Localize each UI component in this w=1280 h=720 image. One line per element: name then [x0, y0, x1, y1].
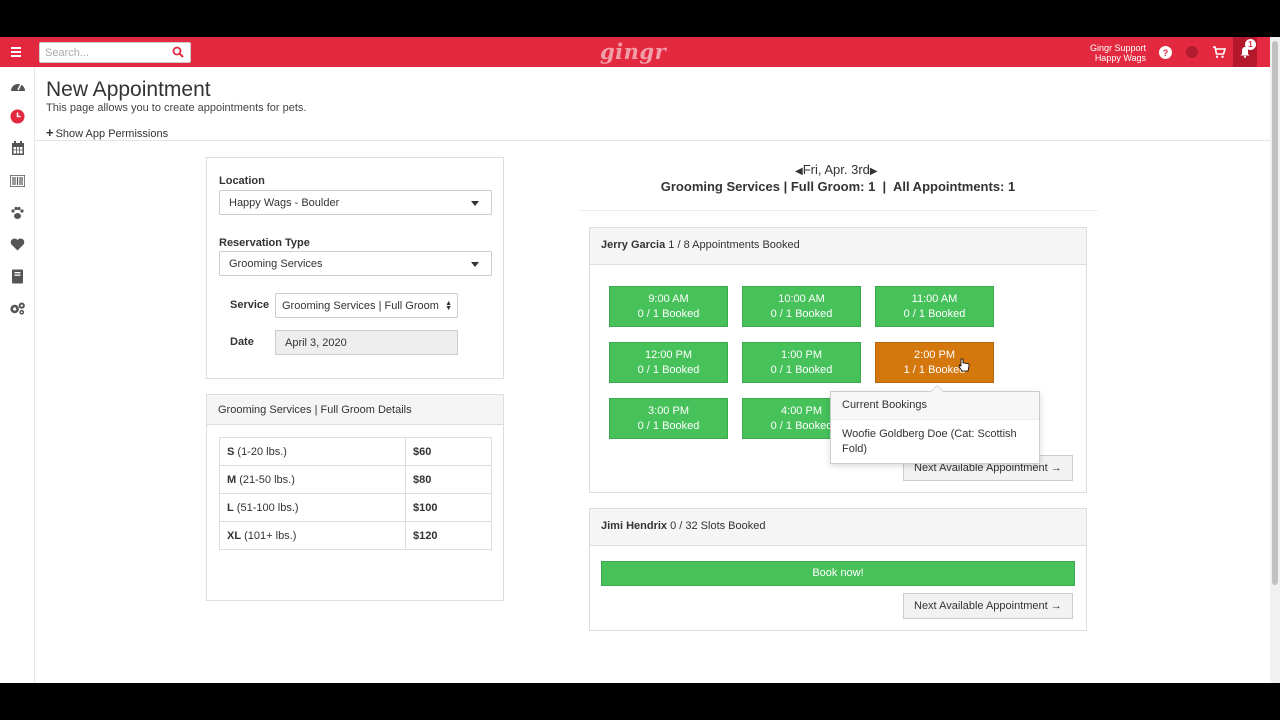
- service-select[interactable]: Grooming Services | Full Groom ▲ ▼: [275, 293, 458, 318]
- groomer-booked-count: 1 / 8 Appointments Booked: [668, 239, 800, 251]
- next-available-button[interactable]: Next Available Appointment →: [903, 593, 1073, 619]
- paw-icon[interactable]: [9, 204, 26, 221]
- groomer-header: Jimi Hendrix 0 / 32 Slots Booked: [590, 509, 1086, 546]
- user-menu[interactable]: Gingr Support Happy Wags: [1090, 43, 1146, 63]
- appointments-summary: Grooming Services | Full Groom: 1 | All …: [660, 179, 1016, 194]
- location-select[interactable]: Happy Wags - Boulder: [219, 190, 492, 215]
- page-subtitle: This page allows you to create appointme…: [46, 102, 307, 114]
- book-now-button[interactable]: Book now!: [601, 561, 1075, 586]
- table-row: L (51-100 lbs.) $100: [219, 493, 492, 522]
- gingr-logo[interactable]: gingr: [600, 39, 666, 64]
- service-details-panel: Grooming Services | Full Groom Details S…: [206, 394, 504, 601]
- previous-day-icon[interactable]: ◀: [795, 166, 803, 177]
- booking-entry[interactable]: Woofie Goldberg Doe (Cat: Scottish Fold): [831, 420, 1039, 464]
- groomer-name: Jerry Garcia: [601, 239, 666, 251]
- current-bookings-tooltip: Current Bookings Woofie Goldberg Doe (Ca…: [830, 385, 1040, 464]
- table-row: XL (101+ lbs.) $120: [219, 521, 492, 550]
- groomer-name: Jimi Hendrix: [601, 520, 668, 532]
- size-cell: L (51-100 lbs.): [219, 493, 406, 522]
- notification-badge: 1: [1245, 39, 1256, 50]
- user-name: Gingr Support: [1089, 43, 1146, 53]
- arrow-right-icon: →: [1050, 462, 1062, 474]
- app-window: gingr Gingr Support Happy Wags ? 1: [0, 37, 1280, 683]
- time-slot[interactable]: 11:00 AM 0 / 1 Booked: [875, 286, 994, 327]
- size-cell: S (1-20 lbs.): [219, 437, 406, 466]
- groomer-card-jimi-hendrix: Jimi Hendrix 0 / 32 Slots Booked Book no…: [589, 508, 1087, 631]
- size-cell: M (21-50 lbs.): [219, 465, 406, 494]
- service-label: Service: [230, 299, 270, 311]
- day-navigator: ◀Fri, Apr. 3rd▶: [795, 162, 878, 177]
- hand-cursor-icon: [958, 358, 970, 372]
- reservation-type-value: Grooming Services: [229, 258, 323, 270]
- time-slot[interactable]: 10:00 AM 0 / 1 Booked: [742, 286, 861, 327]
- tooltip-arrow: [930, 385, 944, 392]
- date-label: Date: [230, 336, 254, 348]
- chevron-down-icon: [471, 262, 479, 267]
- pricing-table: S (1-20 lbs.) $60 M (21-50 lbs.) $80 L (…: [219, 437, 492, 550]
- page-title: New Appointment: [46, 78, 211, 101]
- time-slot[interactable]: 1:00 PM 0 / 1 Booked: [742, 342, 861, 383]
- spinner-arrows-icon: ▲ ▼: [445, 300, 452, 312]
- chevron-down-icon: [471, 201, 479, 206]
- service-value: Grooming Services | Full Groom: [282, 300, 439, 312]
- tooltip-title: Current Bookings: [831, 392, 1039, 420]
- sidebar: [0, 67, 35, 683]
- time-slot[interactable]: 12:00 PM 0 / 1 Booked: [609, 342, 728, 383]
- search-input[interactable]: [40, 43, 165, 63]
- divider: [578, 210, 1098, 211]
- settings-icon[interactable]: [9, 300, 26, 317]
- user-location: Happy Wags: [1094, 53, 1146, 63]
- appointment-form-panel: Location Happy Wags - Boulder Reservatio…: [206, 157, 504, 379]
- groomer-header: Jerry Garcia 1 / 8 Appointments Booked: [590, 228, 1086, 265]
- heart-icon[interactable]: [9, 236, 26, 253]
- show-permissions-link[interactable]: + Show App Permissions: [46, 125, 168, 140]
- time-slot[interactable]: 9:00 AM 0 / 1 Booked: [609, 286, 728, 327]
- reservation-type-label: Reservation Type: [219, 237, 310, 249]
- clock-icon[interactable]: [9, 108, 26, 125]
- price-cell: $100: [405, 493, 492, 522]
- scrollbar-thumb[interactable]: [1272, 41, 1278, 585]
- time-slot[interactable]: 3:00 PM 0 / 1 Booked: [609, 398, 728, 439]
- plus-icon: +: [46, 125, 54, 140]
- page-scrollbar[interactable]: [1270, 37, 1280, 683]
- table-row: S (1-20 lbs.) $60: [219, 437, 492, 466]
- service-details-title: Grooming Services | Full Groom Details: [207, 395, 503, 425]
- price-cell: $120: [405, 521, 492, 550]
- divider: [35, 140, 1270, 141]
- date-value: April 3, 2020: [285, 337, 347, 349]
- dashboard-icon[interactable]: [9, 77, 26, 94]
- arrow-right-icon: →: [1050, 600, 1062, 612]
- location-label: Location: [219, 175, 265, 187]
- help-icon[interactable]: ?: [1159, 46, 1172, 59]
- groomer-booked-count: 0 / 32 Slots Booked: [670, 520, 766, 532]
- location-value: Happy Wags - Boulder: [229, 197, 340, 209]
- date-field[interactable]: April 3, 2020: [275, 330, 458, 355]
- next-day-icon[interactable]: ▶: [870, 166, 878, 177]
- status-icon[interactable]: [1186, 46, 1198, 58]
- price-cell: $80: [405, 465, 492, 494]
- reservation-type-select[interactable]: Grooming Services: [219, 251, 492, 276]
- book-icon[interactable]: [9, 268, 26, 285]
- search-box: [39, 42, 191, 63]
- table-row: M (21-50 lbs.) $80: [219, 465, 492, 494]
- cart-icon[interactable]: [1212, 45, 1226, 59]
- current-day: Fri, Apr. 3rd: [802, 162, 870, 177]
- top-navbar: gingr Gingr Support Happy Wags ? 1: [0, 37, 1270, 67]
- barcode-icon[interactable]: [9, 172, 26, 189]
- size-cell: XL (101+ lbs.): [219, 521, 406, 550]
- price-cell: $60: [405, 437, 492, 466]
- show-permissions-label: Show App Permissions: [55, 128, 169, 140]
- calendar-icon[interactable]: [9, 140, 26, 157]
- hamburger-menu-icon[interactable]: [8, 45, 26, 59]
- search-icon[interactable]: [172, 46, 184, 58]
- notifications-button[interactable]: 1: [1233, 37, 1257, 67]
- time-slot-booked[interactable]: 2:00 PM 1 / 1 Booked: [875, 342, 994, 383]
